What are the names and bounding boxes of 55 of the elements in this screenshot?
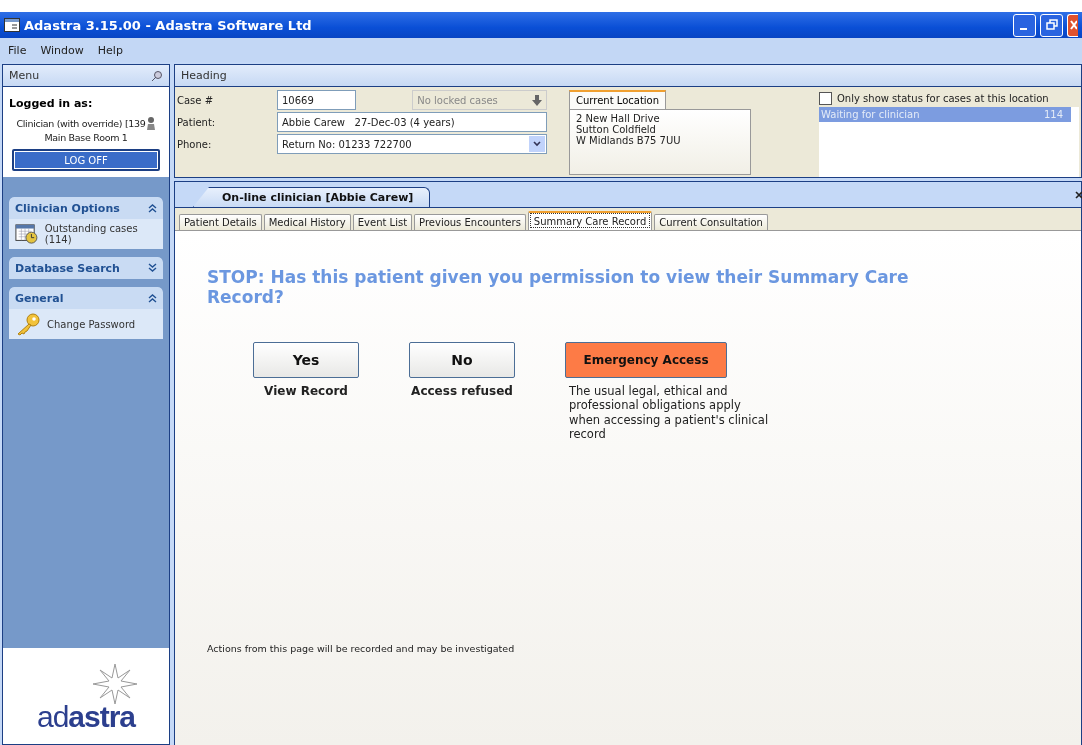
down-arrow-icon	[532, 94, 542, 106]
log-off-button[interactable]: LOG OFF	[12, 149, 160, 171]
case-number-field[interactable]: 10669	[277, 90, 357, 110]
choice-button[interactable]: No	[409, 341, 515, 378]
star-icon	[91, 664, 139, 704]
person-icon	[145, 116, 156, 130]
close-icon[interactable]	[1074, 190, 1082, 200]
tab[interactable]: Medical History	[263, 214, 351, 230]
restore-icon	[1045, 19, 1058, 31]
footer-note: Actions from this page will be recorded and may be investigated	[207, 643, 516, 654]
chevron-down-icon	[533, 141, 541, 147]
panel-title: Heading	[181, 69, 227, 82]
logged-in-label: Logged in as:	[9, 97, 93, 110]
close-icon	[1069, 19, 1077, 31]
menu-bar-item[interactable]: Help	[97, 43, 123, 57]
phone-dropdown[interactable]: Return No: 01233 722700	[277, 134, 547, 154]
restore-button[interactable]	[1040, 13, 1063, 37]
checkbox-label: Only show status for cases at this location	[837, 93, 1049, 104]
document-tab[interactable]: On-line clinician [Abbie Carew]	[193, 187, 431, 207]
tab[interactable]: Current Consultation	[654, 214, 768, 230]
close-button[interactable]	[1067, 13, 1078, 37]
group-header[interactable]: Clinician Options	[9, 197, 163, 219]
button-caption: Access refused	[411, 383, 513, 398]
window-title: Adastra 3.15.00 - Adastra Software Ltd	[24, 17, 312, 33]
permission-question: STOP: Has this patient given you permission to view their Summary Care Record?	[207, 267, 910, 308]
tab[interactable]: Patient Details	[179, 214, 262, 230]
location-tab[interactable]: Current Location	[569, 90, 667, 109]
tab[interactable]: Event List	[352, 214, 413, 230]
user-role: Clinician (with override) [139	[16, 117, 146, 129]
calendar-clock-icon	[15, 222, 39, 246]
panel-title: Menu	[9, 69, 40, 82]
logo: adastra	[36, 700, 136, 734]
emergency-access-button[interactable]: Emergency Access	[565, 341, 727, 378]
key-icon	[15, 312, 41, 336]
field-label: Phone:	[177, 137, 213, 152]
address-line: 2 New Hall Drive	[576, 113, 661, 124]
user-location: Main Base Room 1	[44, 132, 128, 143]
field-label: Case #	[177, 93, 215, 108]
field-label: Patient:	[177, 115, 217, 130]
minimize-icon	[1019, 28, 1027, 30]
menu-bar-item[interactable]: File	[8, 43, 27, 57]
tab[interactable]: Summary Care Record	[527, 211, 653, 230]
tab[interactable]: Previous Encounters	[414, 214, 526, 230]
checkbox[interactable]	[819, 92, 832, 105]
group-header[interactable]: Database Search	[9, 257, 163, 279]
group-header[interactable]: General	[9, 287, 163, 309]
button-caption: View Record	[264, 383, 348, 398]
menu-bar-item[interactable]: Window	[40, 43, 84, 57]
address-line: W Midlands B75 7UU	[576, 135, 682, 146]
app-icon	[4, 18, 20, 32]
minimize-button[interactable]	[1013, 13, 1036, 37]
warning-note: The usual legal, ethical and professional obligations apply when accessing a patient's clinical record	[569, 383, 769, 442]
patient-field[interactable]: Abbie Carew 27-Dec-03 (4 years)	[277, 112, 547, 132]
choice-button[interactable]: Yes	[253, 341, 359, 378]
address-line: Sutton Coldfield	[576, 124, 657, 135]
